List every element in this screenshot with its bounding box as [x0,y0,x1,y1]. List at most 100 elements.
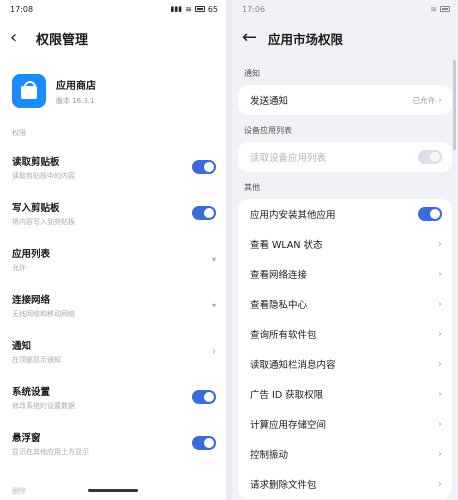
permission-title: 控制振动 [250,450,289,461]
permission-row[interactable]: 读取剪贴板读取剪贴板中的内容 [0,144,226,190]
permission-management-screen: 17:08 ▮▮▮ ≋ 65 ‹ 权限管理 应用商店 版本 16.3.1 权限 … [0,0,226,500]
permission-row[interactable]: 控制振动 › [238,439,452,469]
chevron-right-icon[interactable]: › [438,95,442,106]
status-bar: 17:08 ▮▮▮ ≋ 65 [0,0,226,18]
battery-level: 65 [207,4,218,14]
permission-row[interactable]: 查看隐私中心 › [238,289,452,319]
permission-value-text: 已允许 [412,95,436,105]
permission-row: 读取设备应用列表 [238,142,452,172]
chevron-right-icon[interactable]: › [438,299,442,310]
app-header: 应用商店 版本 16.3.1 [0,58,226,114]
permission-title: 查看网络连接 [250,270,308,281]
section-card: 发送通知 已允许 › [238,85,452,115]
permission-row[interactable]: 广告 ID 获取权限 › [238,379,452,409]
chevron-right-icon[interactable]: › [438,419,442,430]
status-icons: ≋ [430,5,450,14]
permission-title: 系统设置 [12,386,51,398]
chevron-down-icon[interactable]: ▾ [212,301,216,310]
permission-description: 修改系统的设置数据 [12,401,75,410]
permission-title: 读取设备应用列表 [250,153,327,164]
permission-title: 读取通知栏消息内容 [250,360,336,371]
permission-row[interactable]: 查看 WLAN 状态 › [238,229,452,259]
permission-row[interactable]: 读取通知栏消息内容 › [238,349,452,379]
permission-row[interactable]: 通知在顶部显示通知 › [0,328,226,374]
toggle-switch[interactable] [418,207,442,221]
permission-title: 写入剪贴板 [12,202,60,214]
bottom-hint: 删除 [12,487,26,495]
permission-description: 在顶部显示通知 [12,355,61,364]
section-card: 读取设备应用列表 [238,142,452,172]
permission-title: 应用列表 [12,248,51,260]
signal-icon: ▮▮▮ [170,5,183,13]
permission-title: 读取剪贴板 [12,156,60,168]
permission-description: 将内容写入到剪贴板 [12,217,75,226]
section-label: 通知 [244,69,260,78]
chevron-right-icon[interactable]: › [438,269,442,280]
permission-value: 已允许 › [413,95,443,106]
chevron-right-icon[interactable]: › [438,389,442,400]
toggle-switch[interactable] [192,160,216,174]
section-label: 权限 [12,129,26,137]
toggle-switch[interactable] [192,206,216,220]
page-title: 权限管理 [36,32,89,48]
chevron-right-icon[interactable]: › [438,359,442,370]
permission-description: 显示在其他应用上方显示 [12,447,89,456]
app-store-icon [12,74,46,108]
permission-row[interactable]: 应用内安装其他应用 [238,199,452,229]
permission-row[interactable]: 写入剪贴板将内容写入到剪贴板 [0,190,226,236]
app-name: 应用商店 [56,80,96,92]
permission-title: 计算应用存储空间 [250,420,327,431]
permission-row[interactable]: 查询所有软件包 › [238,319,452,349]
permission-row[interactable]: 应用列表 允许 ▾ [0,236,226,282]
permission-title: 应用内安装其他应用 [250,210,336,221]
section-label: 设备应用列表 [244,126,292,135]
permission-title: 通知 [12,340,32,352]
permission-list: 读取剪贴板 读取剪贴板中的内容 写入剪贴板 将内容写入到剪贴板 应用列表 允许 ▾ 连接网络无… [0,144,226,466]
chevron-right-icon[interactable]: › [438,239,442,250]
chevron-down-icon[interactable]: ▾ [212,255,216,264]
permission-row[interactable]: 连接网络无线网络和移动网络 ▾ [0,282,226,328]
wifi-icon: ≋ [185,4,192,14]
permission-row[interactable]: 发送通知 已允许 › [238,85,452,115]
back-arrow-icon[interactable]: ‹ [10,29,32,47]
toggle-switch-disabled [418,150,442,164]
page-title: 应用市场权限 [268,31,344,47]
permission-title: 发送通知 [250,96,289,107]
permission-title: 请求删除文件包 [250,480,317,491]
permission-row[interactable]: 悬浮窗显示在其他应用上方显示 [0,420,226,466]
permission-description: 读取剪贴板中的内容 [12,171,75,180]
back-arrow-icon[interactable]: ← [242,29,264,47]
permission-sections: 通知 发送通知 已允许 › 设备应用列表 读取设备应用列表 其他 应用内安装其他应用 查看 WL… [232,58,458,499]
status-icons: ▮▮▮ ≋ 65 [171,5,218,14]
section-label: 其他 [244,183,260,192]
status-bar: 17:06 ≋ [232,0,458,18]
battery-icon [440,6,450,12]
section-card: 应用内安装其他应用 查看 WLAN 状态 › 查看网络连接 › 查看隐私中心 › 查询所有软件… [238,199,452,499]
chevron-right-icon[interactable]: › [438,329,442,340]
chevron-right-icon[interactable]: › [212,346,216,357]
permission-description: 无线网络和移动网络 [12,309,75,318]
permission-row[interactable]: 系统设置修改系统的设置数据 [0,374,226,420]
toggle-switch[interactable] [192,390,216,404]
permission-title: 查看 WLAN 状态 [250,240,323,251]
permission-row[interactable]: 计算应用存储空间 › [238,409,452,439]
permission-title: 查询所有软件包 [250,330,317,341]
app-market-permissions-screen: 17:06 ≋ ← 应用市场权限 通知 发送通知 已允许 › 设备应用列表 读取设备应用列… [232,0,458,500]
toggle-switch[interactable] [192,436,216,450]
chevron-right-icon[interactable]: › [438,479,442,490]
battery-icon [194,6,205,12]
permission-row[interactable]: 查看网络连接 › [238,259,452,289]
status-time: 17:06 [242,4,266,14]
permission-row[interactable]: 请求删除文件包 › [238,469,452,499]
permission-title: 连接网络 [12,294,51,306]
home-indicator [88,489,138,492]
chevron-right-icon[interactable]: › [438,449,442,460]
permission-title: 广告 ID 获取权限 [250,390,324,401]
app-version: 版本 16.3.1 [56,96,95,105]
wifi-icon: ≋ [430,4,437,14]
permission-title: 悬浮窗 [12,432,41,444]
scrollbar[interactable] [453,60,456,150]
permission-title: 查看隐私中心 [250,300,308,311]
title-bar: ‹ 权限管理 [0,18,226,58]
title-bar: ← 应用市场权限 [232,18,458,58]
